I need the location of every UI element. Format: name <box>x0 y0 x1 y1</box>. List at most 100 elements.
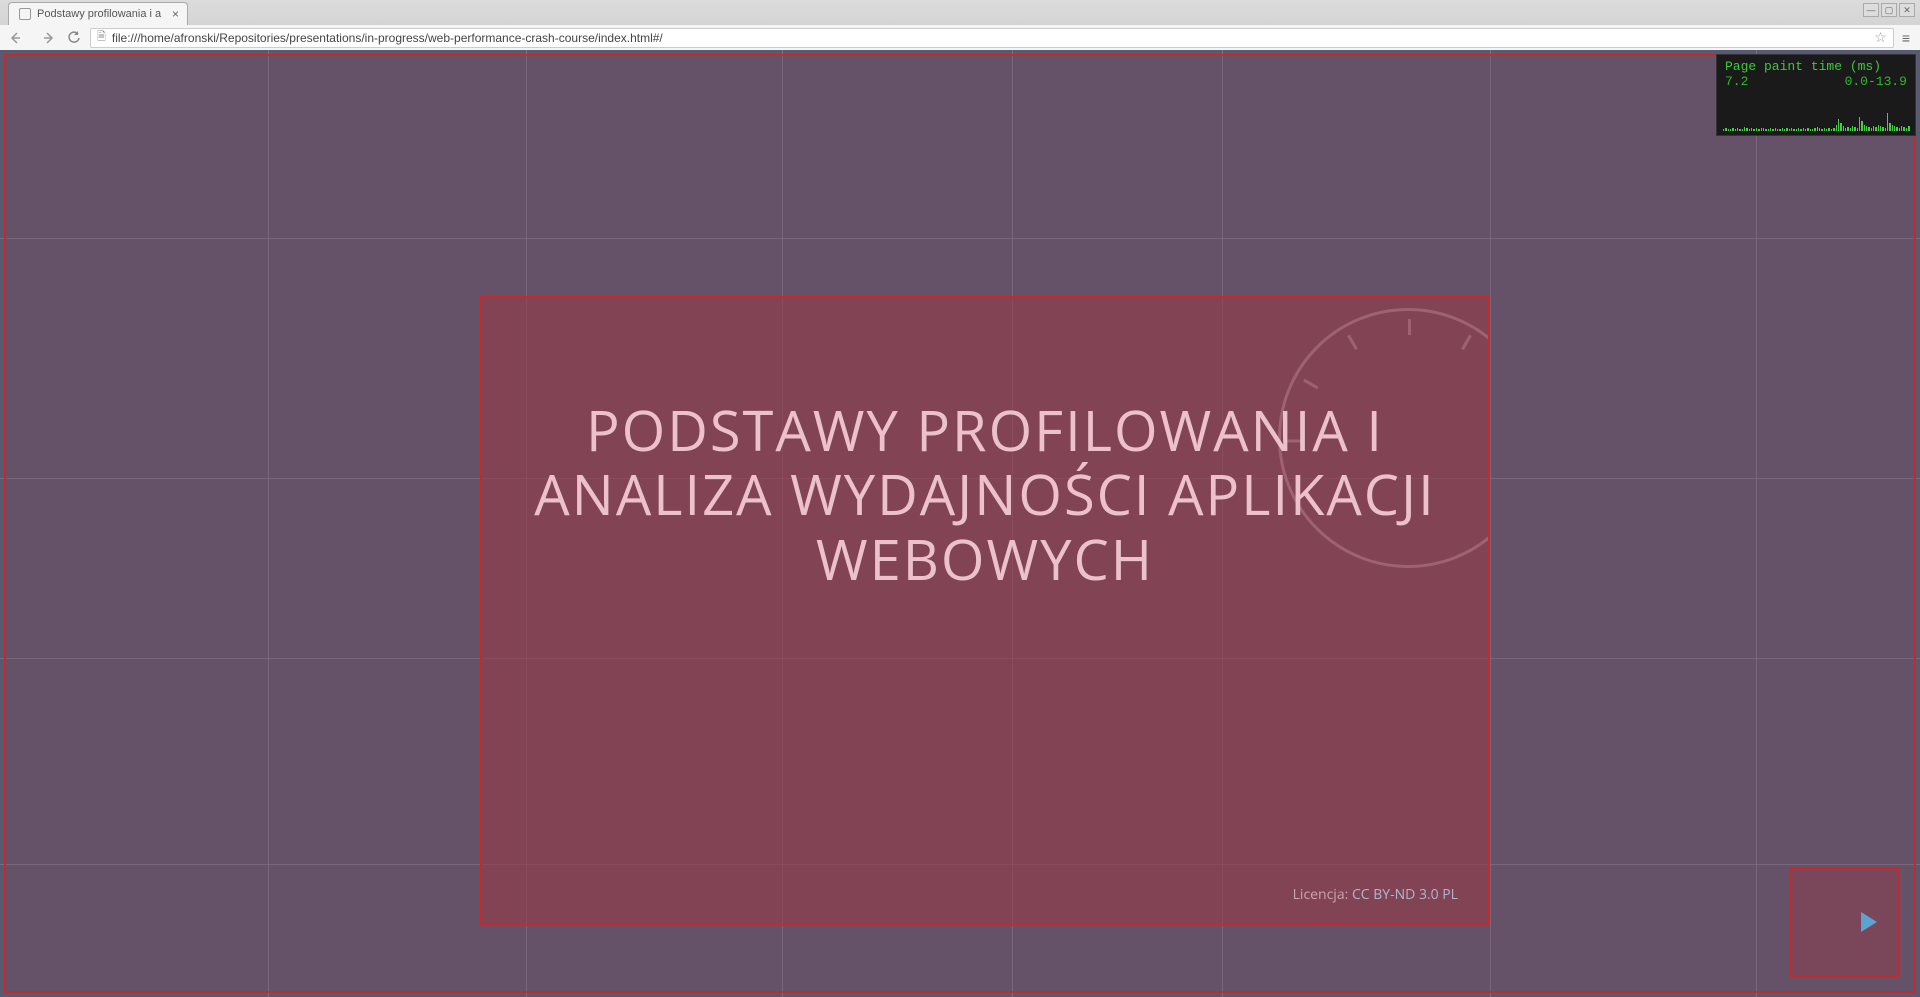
paint-bar <box>1772 129 1773 131</box>
paint-bar <box>1843 126 1844 131</box>
back-button[interactable] <box>6 28 30 48</box>
paint-bar <box>1882 127 1883 131</box>
browser-tab[interactable]: Podstawy profilowania i a × <box>8 2 188 25</box>
menu-button[interactable]: ≡ <box>1898 30 1914 46</box>
paint-bar <box>1840 123 1841 131</box>
paint-bar <box>1751 128 1752 131</box>
reload-button[interactable] <box>62 28 86 48</box>
paint-bar <box>1796 129 1797 131</box>
paint-bar <box>1878 125 1879 131</box>
paint-bar <box>1737 128 1738 131</box>
minimize-button[interactable]: — <box>1863 3 1879 17</box>
paint-bar <box>1805 129 1806 131</box>
url-bar[interactable]: 🗎 file:///home/afronski/Repositories/pre… <box>90 28 1894 48</box>
paint-bar <box>1880 126 1881 131</box>
paint-bar <box>1791 128 1792 131</box>
paint-bar <box>1803 128 1804 131</box>
paint-bar <box>1786 128 1787 131</box>
paint-bar <box>1725 128 1726 131</box>
paint-bar <box>1746 128 1747 131</box>
paint-bar <box>1728 129 1729 131</box>
paint-bar <box>1758 129 1759 131</box>
paint-bar <box>1833 128 1834 131</box>
paint-bar <box>1817 127 1818 131</box>
paint-bar <box>1798 128 1799 131</box>
paint-bar <box>1857 128 1858 131</box>
paint-graph <box>1723 101 1909 131</box>
forward-button[interactable] <box>34 28 58 48</box>
paint-current: 7.2 <box>1725 74 1748 89</box>
paint-bar <box>1782 128 1783 131</box>
url-text: file:///home/afronski/Repositories/prese… <box>112 31 1868 45</box>
paint-bar <box>1744 127 1745 131</box>
paint-bar <box>1847 127 1848 131</box>
paint-bar <box>1896 127 1897 131</box>
paint-bar <box>1885 128 1886 131</box>
paint-range: 0.0-13.9 <box>1845 74 1907 89</box>
paint-bar <box>1735 129 1736 131</box>
bookmark-star-icon[interactable]: ☆ <box>1874 29 1887 46</box>
paint-bar <box>1854 127 1855 131</box>
paint-bar <box>1775 128 1776 131</box>
paint-bar <box>1812 129 1813 131</box>
license-link[interactable]: CC BY-ND 3.0 PL <box>1352 885 1458 904</box>
paint-bar <box>1821 129 1822 131</box>
paint-bar <box>1901 126 1902 131</box>
paint-bar <box>1831 129 1832 131</box>
paint-bar <box>1807 128 1808 131</box>
paint-bar <box>1810 129 1811 131</box>
paint-bar <box>1819 128 1820 131</box>
close-window-button[interactable]: ✕ <box>1899 3 1915 17</box>
paint-bar <box>1742 129 1743 131</box>
slide-title: PODSTAWY PROFILOWANIA I ANALIZA WYDAJNOŚ… <box>522 398 1448 591</box>
license-text: Licencja: CC BY-ND 3.0 PL <box>1293 885 1458 904</box>
paint-bar <box>1838 119 1839 131</box>
page-content: PODSTAWY PROFILOWANIA I ANALIZA WYDAJNOŚ… <box>0 50 1920 997</box>
paint-bar <box>1723 129 1724 131</box>
paint-bar <box>1777 129 1778 131</box>
paint-bar <box>1789 129 1790 131</box>
paint-bar <box>1828 128 1829 131</box>
paint-bar <box>1732 128 1733 131</box>
paint-bar <box>1765 129 1766 131</box>
paint-bar <box>1887 113 1888 131</box>
paint-bar <box>1894 126 1895 131</box>
paint-bar <box>1899 128 1900 131</box>
paint-bar <box>1749 129 1750 131</box>
paint-bar <box>1761 128 1762 131</box>
maximize-button[interactable]: ▢ <box>1881 3 1897 17</box>
paint-bar <box>1850 128 1851 131</box>
paint-header: Page paint time (ms) <box>1725 59 1907 74</box>
paint-bar <box>1908 126 1909 131</box>
tab-title: Podstawy profilowania i a <box>37 8 166 20</box>
window-controls: — ▢ ✕ <box>1863 3 1915 17</box>
paint-bar <box>1892 125 1893 131</box>
paint-bar <box>1889 123 1890 131</box>
paint-bar <box>1814 128 1815 131</box>
browser-chrome: — ▢ ✕ Podstawy profilowania i a × 🗎 file… <box>0 0 1920 50</box>
next-slide-button[interactable] <box>1790 867 1900 977</box>
paint-bar <box>1793 129 1794 131</box>
paint-bar <box>1873 126 1874 131</box>
paint-bar <box>1768 129 1769 131</box>
favicon-icon <box>19 8 31 20</box>
tab-bar: Podstawy profilowania i a × <box>0 0 1920 25</box>
paint-bar <box>1739 129 1740 131</box>
paint-bar <box>1824 128 1825 131</box>
paint-bar <box>1866 126 1867 131</box>
paint-bar <box>1730 129 1731 131</box>
paint-bar <box>1875 127 1876 131</box>
paint-bar <box>1852 126 1853 131</box>
paint-bar <box>1871 128 1872 131</box>
paint-bar <box>1763 128 1764 131</box>
tab-close-icon[interactable]: × <box>172 7 179 21</box>
paint-bar <box>1864 125 1865 131</box>
paint-bar <box>1845 128 1846 131</box>
paint-bar <box>1753 129 1754 131</box>
slide: PODSTAWY PROFILOWANIA I ANALIZA WYDAJNOŚ… <box>480 296 1490 926</box>
paint-bar <box>1861 121 1862 131</box>
paint-bar <box>1903 127 1904 131</box>
paint-time-overlay: Page paint time (ms) 7.2 0.0-13.9 <box>1716 54 1916 136</box>
nav-bar: 🗎 file:///home/afronski/Repositories/pre… <box>0 25 1920 50</box>
paint-bar <box>1836 125 1837 131</box>
